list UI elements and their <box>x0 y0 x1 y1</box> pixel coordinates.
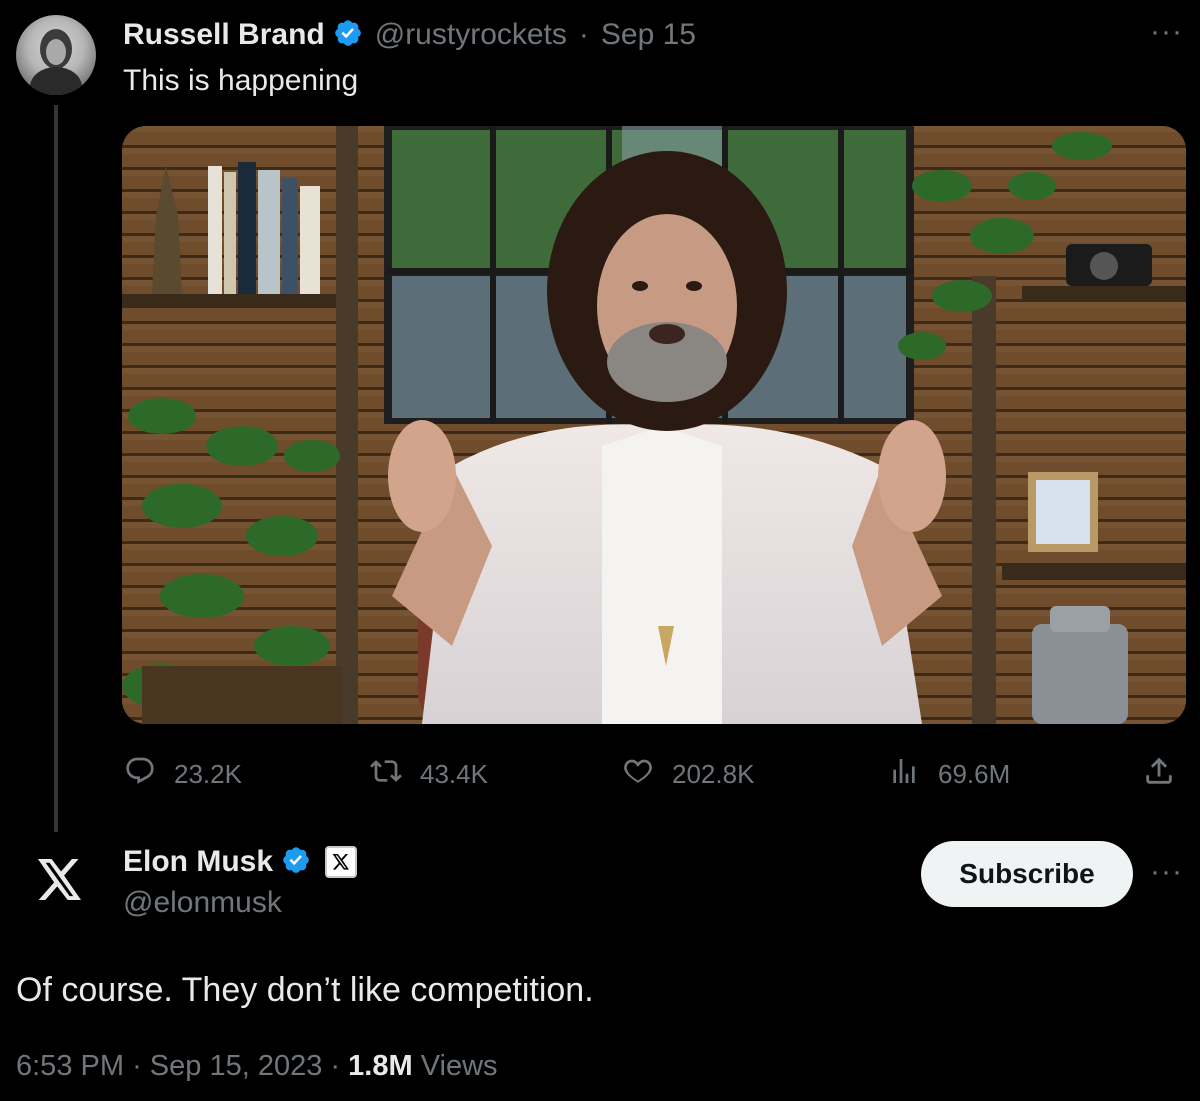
like-button[interactable]: 202.8K <box>622 756 754 792</box>
repost-button[interactable]: 43.4K <box>370 756 488 792</box>
quoted-tweet-header: Russell Brand @rustyrockets · Sep 15 <box>123 15 696 55</box>
tweet-meta: 6:53 PM · Sep 15, 2023 · 1.8M Views <box>16 1050 498 1083</box>
tweet-video[interactable] <box>122 126 1186 724</box>
more-icon[interactable]: ··· <box>1150 855 1183 889</box>
x-logo-icon[interactable] <box>30 850 90 910</box>
separator-dot: · <box>330 1050 341 1082</box>
author-handle[interactable]: @elonmusk <box>123 886 282 920</box>
share-button[interactable] <box>1142 756 1176 792</box>
avatar-russell-brand[interactable] <box>16 15 96 95</box>
reply-count: 23.2K <box>174 758 242 789</box>
author-name[interactable]: Elon Musk <box>123 845 273 879</box>
views-count: 69.6M <box>938 758 1011 789</box>
subscribe-button[interactable]: Subscribe <box>921 841 1133 907</box>
views-label: Views <box>420 1050 498 1082</box>
separator-dot: · <box>578 18 589 51</box>
main-tweet-text: Of course. They don’t like competition. <box>16 971 594 1009</box>
views-icon <box>888 755 920 794</box>
more-icon[interactable]: ··· <box>1150 15 1183 49</box>
reply-button[interactable]: 23.2K <box>124 756 242 792</box>
repost-icon <box>370 755 402 794</box>
like-count: 202.8K <box>672 758 755 789</box>
like-icon <box>622 755 654 794</box>
views-button[interactable]: 69.6M <box>888 756 1010 792</box>
verified-badge-icon <box>281 845 311 880</box>
tweet-time[interactable]: 6:53 PM <box>16 1050 124 1082</box>
thread-line <box>54 105 58 832</box>
separator-dot: · <box>132 1050 142 1082</box>
main-tweet-header: Elon Musk <box>123 842 358 882</box>
quoted-tweet-text: This is happening <box>123 64 359 97</box>
reply-icon <box>124 755 156 794</box>
tweet-date[interactable]: Sep 15 <box>601 18 696 52</box>
author-handle[interactable]: @rustyrockets <box>375 18 567 52</box>
author-name[interactable]: Russell Brand <box>123 18 325 52</box>
views-count[interactable]: 1.8M <box>348 1050 412 1082</box>
repost-count: 43.4K <box>420 758 488 789</box>
tweet-date[interactable]: Sep 15, 2023 <box>150 1050 323 1082</box>
x-affiliate-badge-icon[interactable] <box>325 846 358 878</box>
share-icon <box>1142 754 1176 795</box>
verified-badge-icon <box>333 18 363 53</box>
